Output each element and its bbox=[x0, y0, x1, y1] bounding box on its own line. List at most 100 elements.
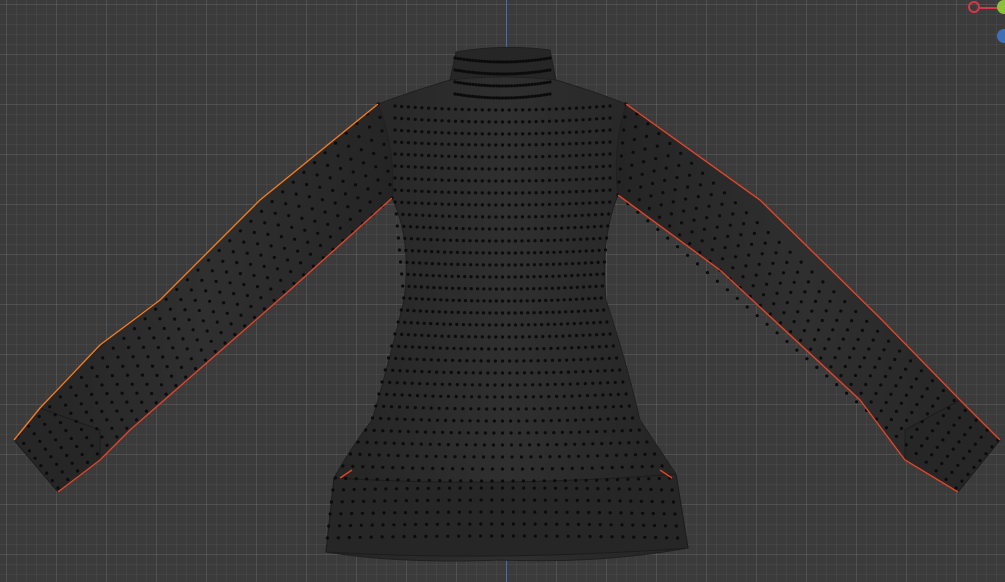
vertex[interactable] bbox=[592, 225, 597, 229]
vertex[interactable] bbox=[668, 141, 672, 146]
vertex[interactable] bbox=[387, 417, 391, 421]
vertex[interactable] bbox=[599, 224, 603, 228]
vertex[interactable] bbox=[966, 472, 970, 476]
vertex[interactable] bbox=[453, 334, 457, 338]
vertex[interactable] bbox=[533, 498, 537, 502]
vertex[interactable] bbox=[619, 154, 624, 158]
vertex[interactable] bbox=[534, 179, 538, 183]
vertex[interactable] bbox=[474, 323, 478, 327]
vertex[interactable] bbox=[434, 454, 438, 458]
vertex[interactable] bbox=[500, 287, 505, 291]
vertex[interactable] bbox=[592, 321, 596, 325]
vertex[interactable] bbox=[541, 143, 545, 147]
vertex[interactable] bbox=[468, 82, 472, 86]
vertex[interactable] bbox=[386, 356, 391, 360]
vertex[interactable] bbox=[413, 177, 417, 181]
vertex[interactable] bbox=[463, 311, 467, 315]
vertex[interactable] bbox=[539, 263, 543, 267]
vertex[interactable] bbox=[440, 382, 444, 386]
vertex[interactable] bbox=[477, 407, 481, 411]
vertex[interactable] bbox=[588, 141, 592, 145]
vertex[interactable] bbox=[320, 198, 324, 202]
vertex[interactable] bbox=[607, 212, 611, 216]
vertex[interactable] bbox=[568, 298, 572, 302]
vertex[interactable] bbox=[154, 307, 158, 311]
vertex[interactable] bbox=[564, 310, 568, 314]
vertex[interactable] bbox=[431, 346, 435, 350]
vertex[interactable] bbox=[919, 369, 924, 373]
vertex[interactable] bbox=[471, 94, 475, 98]
vertex[interactable] bbox=[541, 167, 545, 171]
vertex[interactable] bbox=[574, 334, 579, 338]
vertex[interactable] bbox=[494, 335, 498, 339]
vertex[interactable] bbox=[636, 477, 641, 481]
vertex[interactable] bbox=[543, 486, 547, 490]
vertex[interactable] bbox=[733, 255, 738, 259]
vertex[interactable] bbox=[755, 314, 759, 318]
vertex[interactable] bbox=[524, 95, 528, 99]
vertex[interactable] bbox=[546, 443, 550, 447]
vertex[interactable] bbox=[105, 443, 109, 447]
vertex[interactable] bbox=[643, 147, 647, 151]
vertex[interactable] bbox=[588, 177, 592, 181]
vertex[interactable] bbox=[521, 95, 525, 99]
vertex[interactable] bbox=[391, 466, 395, 470]
vertex[interactable] bbox=[366, 187, 370, 191]
vertex[interactable] bbox=[567, 214, 571, 218]
vertex[interactable] bbox=[474, 191, 478, 195]
vertex[interactable] bbox=[222, 301, 226, 305]
vertex[interactable] bbox=[456, 56, 460, 61]
vertex[interactable] bbox=[614, 417, 618, 421]
vertex[interactable] bbox=[521, 71, 525, 75]
vertex[interactable] bbox=[488, 299, 492, 303]
vertex[interactable] bbox=[500, 239, 505, 243]
vertex[interactable] bbox=[595, 129, 599, 133]
vertex[interactable] bbox=[474, 59, 478, 63]
vertex[interactable] bbox=[374, 404, 378, 408]
vertex[interactable] bbox=[497, 84, 502, 88]
vertex[interactable] bbox=[69, 411, 73, 415]
vertex[interactable] bbox=[618, 368, 622, 372]
vertex[interactable] bbox=[424, 261, 428, 265]
vertex[interactable] bbox=[744, 264, 748, 268]
vertex[interactable] bbox=[421, 406, 425, 410]
vertex[interactable] bbox=[816, 328, 821, 332]
vertex[interactable] bbox=[249, 304, 253, 309]
vertex[interactable] bbox=[547, 190, 552, 194]
vertex[interactable] bbox=[200, 278, 204, 282]
vertex[interactable] bbox=[533, 510, 537, 514]
vertex[interactable] bbox=[467, 335, 471, 339]
vertex[interactable] bbox=[624, 392, 628, 396]
vertex[interactable] bbox=[588, 165, 592, 169]
vertex[interactable] bbox=[516, 395, 520, 399]
vertex[interactable] bbox=[435, 522, 439, 526]
vertex[interactable] bbox=[393, 128, 397, 132]
vertex[interactable] bbox=[552, 250, 556, 254]
vertex[interactable] bbox=[500, 486, 505, 490]
vertex[interactable] bbox=[782, 311, 786, 315]
vertex[interactable] bbox=[561, 334, 565, 338]
vertex[interactable] bbox=[848, 355, 852, 360]
y-axis-handle-icon[interactable] bbox=[997, 0, 1005, 14]
vertex[interactable] bbox=[514, 347, 518, 351]
vertex[interactable] bbox=[862, 356, 867, 360]
vertex[interactable] bbox=[859, 391, 863, 395]
vertex[interactable] bbox=[483, 83, 487, 87]
vertex[interactable] bbox=[547, 202, 552, 206]
vertex[interactable] bbox=[207, 258, 211, 262]
vertex[interactable] bbox=[601, 116, 605, 121]
vertex[interactable] bbox=[578, 249, 582, 253]
vertex[interactable] bbox=[272, 255, 276, 259]
vertex[interactable] bbox=[474, 215, 478, 219]
vertex[interactable] bbox=[435, 534, 439, 538]
vertex[interactable] bbox=[385, 392, 389, 396]
vertex[interactable] bbox=[545, 310, 549, 314]
vertex[interactable] bbox=[474, 227, 478, 231]
vertex[interactable] bbox=[341, 464, 345, 468]
vertex[interactable] bbox=[512, 84, 517, 88]
vertex[interactable] bbox=[361, 465, 365, 469]
vertex[interactable] bbox=[514, 227, 518, 231]
vertex[interactable] bbox=[904, 443, 908, 447]
vertex[interactable] bbox=[533, 522, 537, 526]
vertex[interactable] bbox=[417, 345, 421, 349]
